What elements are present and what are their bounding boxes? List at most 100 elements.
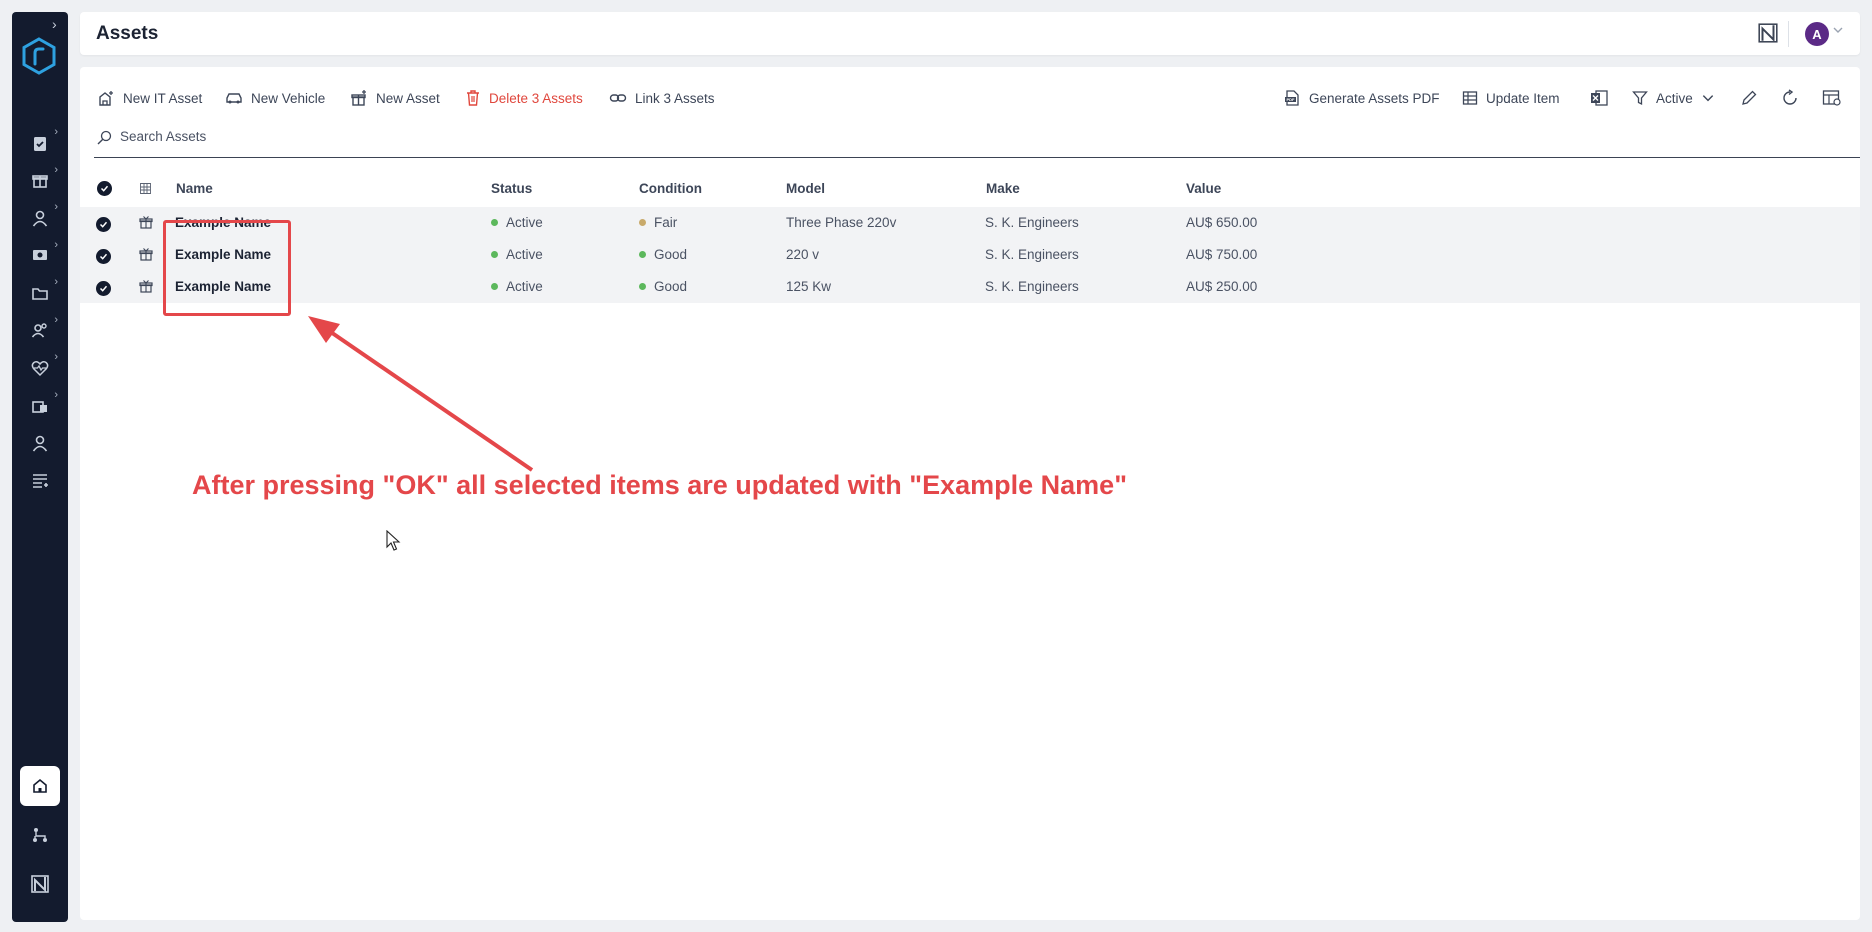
building-icon: [32, 401, 47, 414]
sidebar-item-facilities[interactable]: ›: [12, 387, 68, 425]
chevron-right-icon: ›: [54, 388, 58, 401]
new-vehicle-button[interactable]: New Vehicle: [225, 86, 325, 110]
refresh-button[interactable]: [1781, 86, 1799, 110]
search-icon: [97, 130, 112, 145]
gift-box-icon: [139, 216, 153, 229]
check-icon: [100, 185, 109, 192]
sidebar-hierarchy-button[interactable]: [20, 815, 60, 855]
sidebar-item-finance[interactable]: ›: [12, 237, 68, 275]
sidebar-nav: › › › › › › › ›: [12, 124, 68, 499]
link-icon: [609, 94, 627, 102]
column-header-make[interactable]: Make: [986, 181, 1020, 196]
money-icon: [33, 250, 47, 261]
folder-icon: [32, 287, 48, 300]
cell-model: 220 v: [786, 247, 820, 262]
gift-box-icon: [351, 90, 366, 106]
condition-text: Good: [654, 279, 688, 294]
filter-icon: [1632, 91, 1648, 106]
status-filter-dropdown[interactable]: Active: [1632, 86, 1715, 110]
sidebar-expand-icon[interactable]: ›: [52, 16, 57, 32]
column-header-status[interactable]: Status: [491, 181, 532, 196]
condition-text: Fair: [654, 215, 678, 230]
export-excel-button[interactable]: [1589, 86, 1609, 110]
link-assets-label: Link 3 Assets: [635, 90, 715, 106]
sidebar-home-button[interactable]: [20, 766, 60, 806]
new-asset-button[interactable]: New Asset: [350, 86, 440, 110]
cell-model: Three Phase 220v: [786, 215, 897, 230]
search-input[interactable]: [120, 129, 520, 144]
sidebar-item-tasks[interactable]: ›: [12, 124, 68, 162]
search-bar: [94, 129, 1860, 158]
brand-icon[interactable]: [1757, 22, 1779, 44]
filter-value: Active: [1656, 90, 1693, 106]
check-icon: [99, 221, 108, 228]
table-row[interactable]: Example Name Active Good 220 v S. K. Eng…: [80, 239, 1860, 271]
new-asset-label: New Asset: [376, 90, 440, 106]
status-dot: [491, 219, 498, 226]
chevron-down-icon[interactable]: [1832, 24, 1844, 39]
status-dot: [491, 283, 498, 290]
heartbeat-icon: [31, 360, 49, 376]
annotation-text: After pressing "OK" all selected items a…: [192, 470, 1127, 500]
column-header-value[interactable]: Value: [1186, 181, 1221, 196]
status-text: Active: [506, 279, 543, 294]
cell-status: Active: [491, 247, 543, 262]
status-text: Active: [506, 215, 543, 230]
link-assets-button[interactable]: Link 3 Assets: [609, 86, 715, 110]
table-row[interactable]: Example Name Active Good 125 Kw S. K. En…: [80, 271, 1860, 303]
cell-make: S. K. Engineers: [985, 215, 1079, 230]
cell-condition: Good: [639, 247, 687, 262]
row-checkbox[interactable]: [96, 217, 111, 232]
highlight-box: [163, 220, 291, 316]
app-logo[interactable]: [21, 36, 57, 76]
generate-pdf-label: Generate Assets PDF: [1309, 90, 1440, 106]
profile-icon: [32, 435, 48, 452]
new-it-asset-button[interactable]: New IT Asset: [97, 86, 202, 110]
toolbar: New IT Asset New Vehicle New Asset Delet…: [80, 67, 1860, 127]
row-checkbox[interactable]: [96, 249, 111, 264]
new-it-asset-label: New IT Asset: [123, 90, 203, 106]
sidebar-item-contacts[interactable]: ›: [12, 199, 68, 237]
sidebar-item-assets[interactable]: ›: [12, 162, 68, 200]
table-row[interactable]: Example Name Active Fair Three Phase 220…: [80, 207, 1860, 239]
sidebar-item-profile[interactable]: [12, 424, 68, 462]
row-checkbox[interactable]: [96, 281, 111, 296]
gift-box-icon: [139, 280, 153, 293]
column-header-condition[interactable]: Condition: [639, 181, 702, 196]
chevron-right-icon: ›: [54, 238, 58, 251]
sidebar-item-health[interactable]: ›: [12, 349, 68, 387]
generate-pdf-button[interactable]: PDF Generate Assets PDF: [1283, 86, 1440, 110]
sidebar-item-documents[interactable]: ›: [12, 274, 68, 312]
svg-text:PDF: PDF: [1287, 97, 1296, 102]
condition-dot: [639, 283, 646, 290]
sidebar-brand-button[interactable]: [20, 864, 60, 904]
select-all-checkbox[interactable]: [97, 181, 112, 196]
list-icon: [33, 474, 48, 489]
table-header: Name Status Condition Model Make Value: [80, 171, 1860, 205]
edit-button[interactable]: [1740, 86, 1758, 110]
table-settings-icon: [1822, 90, 1841, 106]
sidebar: › › › › › › › › ›: [12, 12, 68, 922]
column-header-name[interactable]: Name: [176, 181, 213, 196]
avatar[interactable]: A: [1805, 22, 1829, 46]
chevron-down-icon: [1702, 95, 1713, 102]
cell-status: Active: [491, 279, 543, 294]
column-header-model[interactable]: Model: [786, 181, 825, 196]
sidebar-item-teams[interactable]: ›: [12, 312, 68, 350]
cell-value: AU$ 250.00: [1186, 279, 1258, 294]
condition-text: Good: [654, 247, 688, 262]
excel-icon: [1591, 90, 1608, 106]
update-item-button[interactable]: Update Item: [1462, 86, 1560, 110]
status-text: Active: [506, 247, 543, 262]
hierarchy-icon: [33, 828, 47, 842]
column-settings-button[interactable]: [1822, 86, 1842, 110]
delete-assets-label: Delete 3 Assets: [489, 90, 583, 106]
grid-icon[interactable]: [140, 183, 151, 194]
car-icon: [226, 93, 242, 104]
pdf-icon: PDF: [1285, 90, 1299, 106]
delete-assets-button[interactable]: Delete 3 Assets: [465, 86, 583, 110]
refresh-icon: [1783, 89, 1797, 105]
check-icon: [99, 285, 108, 292]
new-vehicle-label: New Vehicle: [251, 90, 326, 106]
sidebar-item-lists[interactable]: [12, 462, 68, 500]
